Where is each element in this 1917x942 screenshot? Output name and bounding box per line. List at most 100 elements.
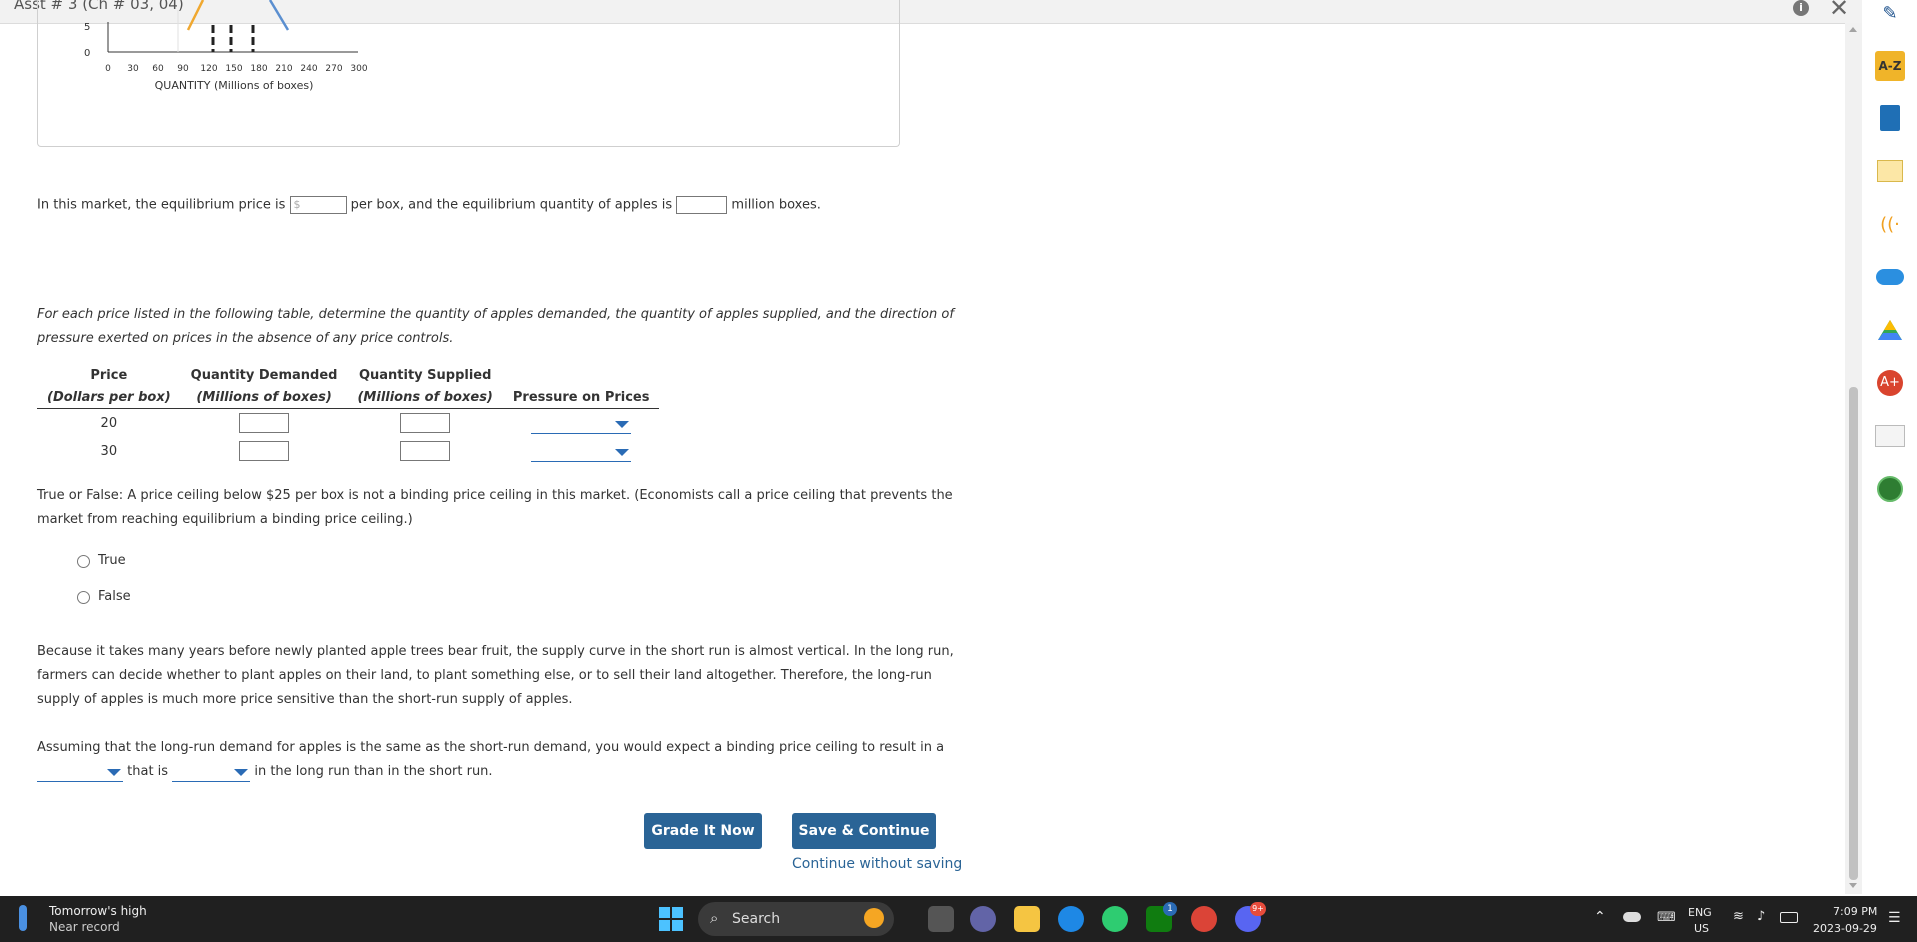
edge-icon[interactable] (1058, 906, 1084, 932)
x-tick: 90 (177, 64, 189, 74)
x-tick: 210 (275, 64, 292, 74)
extensions-sidebar: ✎ A-Z ((· A+ (1862, 0, 1917, 896)
save-continue-button[interactable]: Save & Continue (792, 813, 936, 849)
radio-true[interactable] (77, 555, 90, 568)
radio-false[interactable] (77, 591, 90, 604)
equilibrium-question: In this market, the equilibrium price is… (37, 196, 821, 214)
col-header: Quantity Demanded (190, 367, 338, 383)
keyboard-icon[interactable]: ⌨ (1657, 910, 1676, 925)
xbox-app-icon[interactable] (1102, 906, 1128, 932)
windows-start-icon[interactable] (658, 906, 684, 932)
supply-demand-graph: 5 0 0 30 60 90 120 150 180 210 240 270 3… (84, 0, 368, 92)
col-subheader: (Dollars per box) (37, 386, 181, 409)
price-cell: 30 (100, 443, 118, 459)
radio-false-label: False (98, 589, 131, 604)
notepad-icon[interactable] (1875, 421, 1905, 451)
pressure-dropdown[interactable] (531, 413, 632, 434)
file-explorer-icon[interactable] (1014, 906, 1040, 932)
wifi-icon[interactable]: ≋ (1733, 909, 1744, 924)
x-tick: 0 (105, 64, 111, 74)
radio-true-label: True (98, 553, 126, 568)
demand-curve (268, 0, 290, 31)
page-scrollbar[interactable] (1845, 23, 1862, 894)
quantity-supplied-input[interactable] (400, 441, 451, 461)
read-aloud-icon[interactable]: ((· (1875, 209, 1905, 239)
chevron-down-icon (107, 769, 121, 776)
assumption-text-3: in the long run than in the short run. (254, 764, 493, 779)
task-view-icon[interactable] (928, 906, 954, 932)
x-tick: 150 (225, 64, 242, 74)
chevron-down-icon (234, 769, 249, 776)
grade-it-now-button[interactable]: Grade It Now (644, 813, 762, 849)
pencil-icon[interactable]: ✎ (1875, 0, 1905, 28)
clock-date[interactable]: 2023-09-29 (1813, 922, 1877, 935)
equilibrium-price-input[interactable]: $ (289, 196, 347, 214)
quantity-supplied-input[interactable] (400, 413, 451, 433)
x-tick: 60 (152, 64, 164, 74)
chrome-icon[interactable] (1191, 906, 1217, 932)
scroll-up-icon[interactable] (1849, 27, 1857, 32)
notes-icon[interactable] (1875, 156, 1905, 186)
x-tick: 180 (250, 64, 267, 74)
circle-icon[interactable] (1875, 474, 1905, 504)
close-icon[interactable]: ✕ (1829, 0, 1849, 22)
x-axis-label: QUANTITY (Millions of boxes) (155, 79, 314, 92)
search-label: Search (732, 911, 781, 927)
price-cell: 20 (100, 415, 118, 431)
a-plus-icon[interactable]: A+ (1875, 368, 1905, 398)
continue-without-saving-link[interactable]: Continue without saving (792, 856, 962, 872)
notification-icon[interactable]: ☰ (1888, 910, 1901, 926)
assumption-text-2: that is (127, 764, 169, 779)
comparison-dropdown[interactable] (172, 761, 251, 782)
book-icon[interactable] (1875, 103, 1905, 133)
search-icon: ⌕ (710, 909, 719, 927)
result-dropdown[interactable] (37, 761, 123, 782)
y-tick-0: 0 (84, 48, 90, 59)
x-tick: 120 (200, 64, 217, 74)
region-label[interactable]: US (1694, 922, 1709, 935)
language-label[interactable]: ENG (1688, 906, 1712, 919)
weather-line-1[interactable]: Tomorrow's high (49, 904, 147, 918)
true-false-question: True or False: A price ceiling below $25… (37, 488, 953, 527)
supply-curve (186, 0, 205, 31)
scroll-thumb[interactable] (1849, 387, 1858, 880)
col-header: Quantity Supplied (358, 367, 492, 383)
pressure-dropdown[interactable] (531, 441, 632, 462)
table-row: 20 (37, 409, 659, 438)
a-z-icon[interactable]: A-Z (1875, 51, 1905, 81)
onedrive-icon[interactable] (1623, 912, 1641, 922)
quantity-demanded-input[interactable] (239, 441, 290, 461)
quantity-demanded-input[interactable] (239, 413, 290, 433)
x-tick: 240 (300, 64, 317, 74)
info-icon[interactable]: i (1793, 0, 1809, 16)
chevron-up-icon[interactable]: ⌃ (1594, 909, 1606, 925)
badge: 1 (1163, 902, 1177, 916)
x-tick: 270 (325, 64, 342, 74)
search-highlight-icon (864, 908, 884, 928)
drive-icon[interactable] (1875, 315, 1905, 345)
assumption-text-1: Assuming that the long-run demand for ap… (37, 740, 945, 755)
equilibrium-text-1: In this market, the equilibrium price is (37, 197, 286, 213)
long-run-paragraph: Because it takes many years before newly… (37, 644, 954, 707)
col-subheader: Pressure on Prices (502, 386, 660, 409)
volume-icon[interactable]: ♪ (1757, 909, 1765, 924)
col-subheader: (Millions of boxes) (347, 386, 503, 409)
battery-icon[interactable] (1780, 912, 1798, 923)
equilibrium-quantity-input[interactable] (676, 196, 728, 214)
table-row: 30 (37, 437, 659, 465)
col-subheader: (Millions of boxes) (180, 386, 348, 409)
badge: 9+ (1250, 902, 1266, 916)
clock-time[interactable]: 7:09 PM (1833, 905, 1877, 918)
taskbar: Tomorrow's high Near record ⌕ Search 1 9… (0, 896, 1917, 942)
teams-chat-icon[interactable] (970, 906, 996, 932)
table-instructions: For each price listed in the following t… (37, 307, 954, 346)
scroll-down-icon[interactable] (1849, 883, 1857, 888)
assumption-question: Assuming that the long-run demand for ap… (37, 736, 957, 784)
cloud-icon[interactable] (1875, 262, 1905, 292)
taskbar-search[interactable]: ⌕ Search (698, 902, 894, 936)
weather-line-2[interactable]: Near record (49, 920, 120, 934)
graph-panel: 5 0 0 30 60 90 120 150 180 210 240 270 3… (37, 0, 900, 147)
chevron-down-icon (615, 448, 630, 456)
price-table: Price Quantity Demanded Quantity Supplie… (37, 364, 660, 465)
thermometer-icon[interactable] (19, 905, 27, 931)
